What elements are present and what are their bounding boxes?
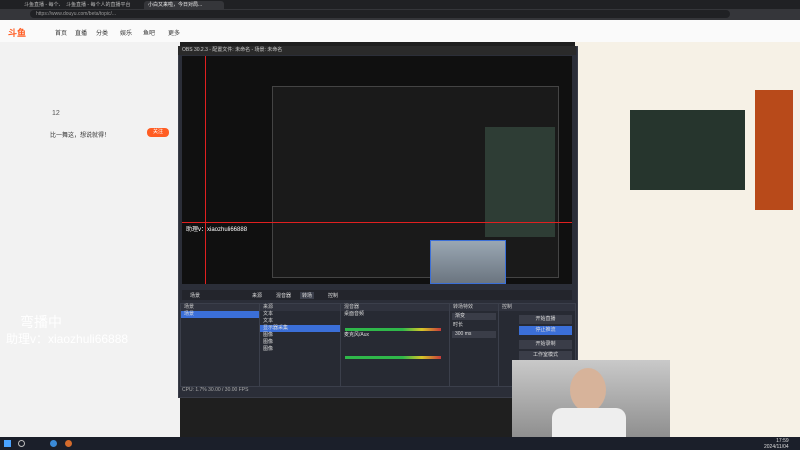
studio-mode-button[interactable]: 工作室模式 bbox=[519, 351, 572, 360]
source-item[interactable]: 显示器采集 bbox=[260, 325, 340, 332]
streamer-title: 比一舞这，想说就得！ bbox=[50, 133, 111, 139]
transitions-dock: 转场特效 渐变 时长 300 ms bbox=[449, 303, 499, 387]
start-recording-button[interactable]: 开始录制 bbox=[519, 340, 572, 349]
preview-overlay-text: 助理v：xiaozhuli66888 bbox=[186, 227, 248, 233]
address-bar[interactable]: https://www.douyu.com/beta/topic/... bbox=[30, 10, 730, 18]
nav-item[interactable]: 首页 bbox=[55, 28, 67, 37]
nav-item[interactable]: 直播 bbox=[75, 28, 87, 37]
transition-select[interactable]: 渐变 bbox=[452, 313, 496, 320]
nested-game-view bbox=[485, 127, 555, 237]
nav-item[interactable]: 鱼吧 bbox=[143, 28, 155, 37]
mixer-track-label: 桌面音频 bbox=[344, 311, 365, 317]
webcam-body bbox=[552, 408, 626, 437]
game-thumbnail[interactable] bbox=[630, 110, 745, 190]
browser-tab-strip: 斗鱼直播 - 每个人的直播平台 斗鱼直播 - 每个人的直播平台 小白又来啦，今日… bbox=[0, 0, 800, 9]
mixer-track-label: 麦克风/Aux bbox=[344, 332, 370, 338]
scenes-dock: 场景 场景 bbox=[180, 303, 260, 387]
stop-streaming-button[interactable]: 停止推流 bbox=[519, 326, 572, 335]
taskbar: 17:59 2024/11/04 bbox=[0, 437, 800, 450]
guide-line-vertical bbox=[205, 56, 206, 284]
search-icon[interactable] bbox=[18, 440, 25, 447]
nav-item[interactable]: 更多 bbox=[168, 28, 180, 37]
webcam-feed bbox=[512, 360, 670, 437]
follow-button[interactable]: 关注 bbox=[147, 128, 169, 137]
tab-mixer[interactable]: 混音器 bbox=[276, 292, 291, 299]
scene-item[interactable]: 场景 bbox=[181, 311, 259, 318]
nested-webcam bbox=[430, 240, 506, 284]
browser-tab-active[interactable]: 小白又来啦，今日对局... bbox=[144, 1, 224, 9]
start-streaming-button[interactable]: 开始直播 bbox=[519, 315, 572, 324]
mixer-dock: 混音器 桌面音频 麦克风/Aux bbox=[340, 303, 450, 387]
duration-label: 时长 bbox=[453, 322, 464, 328]
tab-transitions[interactable]: 转场 bbox=[300, 292, 315, 299]
taskbar-clock: 17:59 2024/11/04 bbox=[764, 438, 789, 450]
nav-item[interactable]: 娱乐 bbox=[120, 28, 132, 37]
nested-preview bbox=[272, 86, 559, 278]
source-item[interactable]: 文本 bbox=[260, 318, 340, 325]
source-item[interactable]: 图像 bbox=[260, 346, 340, 353]
obs-title-bar: OBS 30.2.3 - 配置文件: 未命名 - 场景: 未命名 bbox=[178, 46, 576, 55]
browser-icon[interactable] bbox=[50, 440, 57, 447]
site-logo[interactable]: 斗鱼 bbox=[8, 26, 26, 39]
webcam-face bbox=[570, 368, 606, 412]
gift-banner[interactable] bbox=[755, 90, 793, 210]
sources-dock: 来源 文本 文本 显示器采集 图像 图像 图像 bbox=[259, 303, 341, 387]
controls-header: 控制 bbox=[499, 304, 575, 311]
source-item[interactable]: 文本 bbox=[260, 311, 340, 318]
audio-meter bbox=[345, 356, 441, 359]
transitions-header: 转场特效 bbox=[450, 304, 498, 311]
browser-tab[interactable]: 斗鱼直播 - 每个人的直播平台 bbox=[20, 1, 60, 9]
mixer-header: 混音器 bbox=[341, 304, 449, 311]
tab-sources[interactable]: 来源 bbox=[252, 292, 262, 299]
obs-preview[interactable]: 助理v：xiaozhuli66888 bbox=[182, 56, 572, 284]
obs-tabs-row: 场景 来源 混音器 转场 控制 bbox=[182, 290, 572, 300]
obs-status-bar: CPU: 1.7% 30.00 / 30.00 FPS bbox=[182, 387, 249, 393]
overlay-streaming-text: 弯播中 bbox=[20, 315, 62, 331]
stream-page-left: 比一舞这，想说就得！ 12 关注 bbox=[0, 42, 180, 437]
overlay-assistant-text: 助理v：xiaozhuli66888 bbox=[6, 332, 129, 346]
nav-item[interactable]: 分类 bbox=[96, 28, 108, 37]
browser-tab[interactable]: 斗鱼直播 - 每个人的直播平台 bbox=[62, 1, 142, 9]
audio-meter bbox=[345, 328, 441, 331]
guide-line-horizontal bbox=[182, 222, 572, 223]
tab-controls[interactable]: 控制 bbox=[328, 292, 338, 299]
obs-icon[interactable] bbox=[65, 440, 72, 447]
source-item[interactable]: 图像 bbox=[260, 332, 340, 339]
windows-start-icon[interactable] bbox=[4, 440, 11, 447]
source-item[interactable]: 图像 bbox=[260, 339, 340, 346]
tab-scenes[interactable]: 场景 bbox=[190, 292, 200, 299]
duration-input[interactable]: 300 ms bbox=[452, 331, 496, 338]
clock-date: 2024/11/04 bbox=[764, 444, 789, 450]
follower-count: 12 bbox=[52, 110, 60, 117]
scenes-header: 场景 bbox=[181, 304, 259, 311]
sources-header: 来源 bbox=[260, 304, 340, 311]
